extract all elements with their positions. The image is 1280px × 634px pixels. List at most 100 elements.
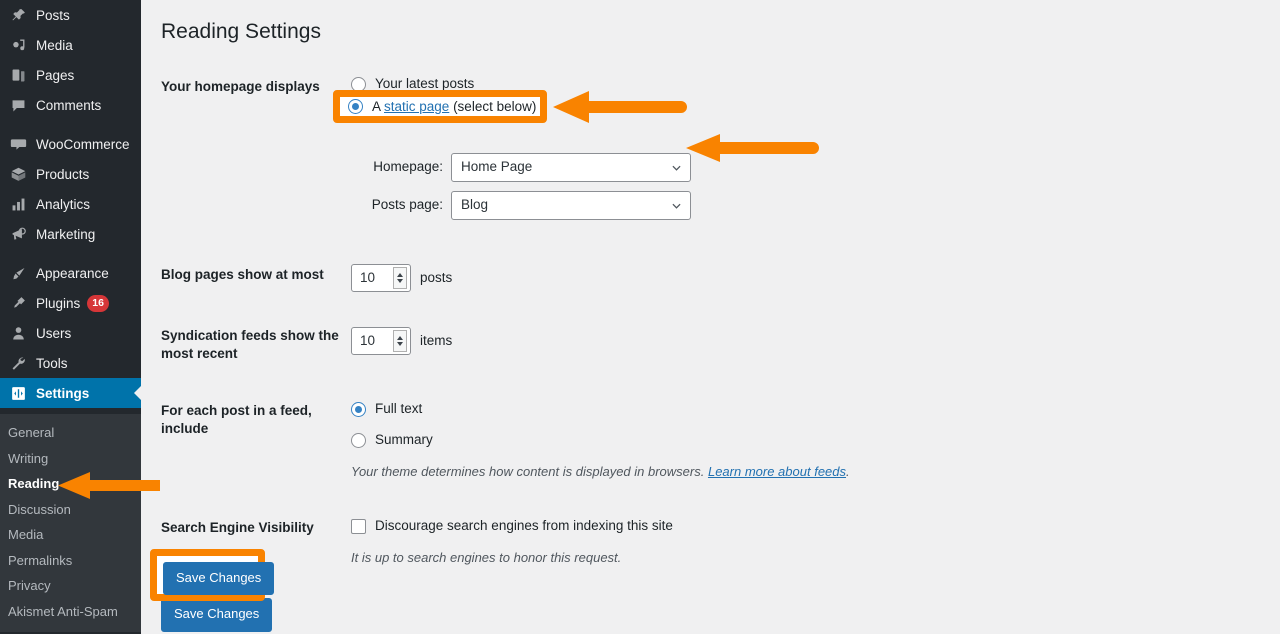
label-homepage-select: Homepage: — [373, 159, 443, 175]
stepper-up-icon[interactable] — [397, 336, 403, 341]
products-box-icon — [8, 164, 28, 184]
submenu-item-reading[interactable]: Reading — [0, 471, 141, 497]
sidebar-item-tools[interactable]: Tools — [0, 348, 141, 378]
radio-latest-posts[interactable] — [351, 77, 366, 93]
syndication-feeds-value: 10 — [360, 332, 376, 348]
tools-wrench-icon — [8, 353, 28, 373]
sidebar-item-media[interactable]: Media — [0, 30, 141, 60]
sidebar-item-settings[interactable]: Settings — [0, 378, 142, 408]
sidebar-item-analytics[interactable]: Analytics — [0, 189, 141, 219]
woocommerce-icon — [8, 134, 28, 154]
learn-more-about-feeds-link[interactable]: Learn more about feeds — [708, 464, 846, 479]
feed-help-suffix: . — [846, 464, 850, 480]
sidebar-item-label: Analytics — [36, 196, 91, 212]
reading-settings-form: Your homepage displays Your latest posts… — [161, 62, 860, 580]
submenu-item-writing[interactable]: Writing — [0, 446, 141, 472]
sidebar-item-woocommerce[interactable]: WooCommerce — [0, 129, 141, 159]
form-row-syndication-feeds: Syndication feeds show the most recent 1… — [161, 305, 860, 378]
submit-area: Save Changes — [161, 580, 1280, 632]
blog-pages-unit: posts — [420, 269, 453, 285]
radio-row-latest-posts[interactable]: Your latest posts — [351, 75, 850, 94]
radio-label-static-page-overlay: A static page (select below) — [372, 99, 536, 114]
posts-page-select-row: Posts page: Blog — [351, 191, 850, 221]
radio-label-full-text: Full text — [375, 401, 423, 417]
plugins-plug-icon — [8, 293, 28, 313]
blog-pages-value: 10 — [360, 269, 376, 285]
submenu-item-media[interactable]: Media — [0, 522, 141, 548]
sidebar-item-label: Comments — [36, 97, 102, 113]
plugins-update-badge: 16 — [87, 294, 109, 312]
submenu-item-general[interactable]: General — [0, 420, 141, 446]
blog-pages-stepper[interactable] — [393, 267, 407, 290]
sidebar-item-pages[interactable]: Pages — [0, 60, 141, 90]
pin-icon — [8, 5, 28, 25]
radio-row-summary[interactable]: Summary — [351, 431, 850, 450]
stepper-down-icon[interactable] — [397, 342, 403, 347]
blog-pages-input[interactable]: 10 — [351, 264, 411, 293]
homepage-displays-options: Your latest posts A static page (select … — [351, 62, 860, 242]
sidebar-item-plugins[interactable]: Plugins 16 — [0, 288, 141, 318]
discourage-search-engines-checkbox[interactable] — [351, 518, 366, 534]
static-page-link-overlay[interactable]: static page — [384, 99, 449, 114]
checkbox-label-discourage: Discourage search engines from indexing … — [375, 517, 673, 533]
analytics-bars-icon — [8, 194, 28, 214]
sidebar-item-label: Products — [36, 166, 90, 182]
stepper-down-icon[interactable] — [397, 279, 403, 284]
radio-full-text[interactable] — [351, 402, 366, 418]
sidebar-item-label: Media — [36, 37, 73, 53]
media-icon — [8, 35, 28, 55]
sidebar-separator — [0, 120, 141, 129]
sidebar-item-label: Posts — [36, 7, 70, 23]
checkbox-row-discourage[interactable]: Discourage search engines from indexing … — [351, 517, 850, 536]
radio-label-latest-posts: Your latest posts — [375, 76, 475, 92]
submenu-item-discussion[interactable]: Discussion — [0, 497, 141, 523]
feed-include-help: Your theme determines how content is dis… — [351, 462, 850, 482]
radio-summary[interactable] — [351, 433, 366, 449]
static-page-text-before-overlay: A — [372, 98, 385, 114]
users-icon — [8, 323, 28, 343]
save-changes-button-overlay[interactable]: Save Changes — [163, 562, 275, 596]
radio-static-page-overlay[interactable] — [348, 98, 363, 114]
comments-icon — [8, 95, 28, 115]
sidebar-item-products[interactable]: Products — [0, 159, 141, 189]
posts-page-select[interactable]: Blog — [451, 191, 691, 221]
label-homepage-displays: Your homepage displays — [161, 79, 320, 95]
search-engine-visibility-field: Discourage search engines from indexing … — [351, 495, 860, 581]
homepage-select[interactable]: Home Page — [451, 153, 691, 183]
marketing-megaphone-icon — [8, 224, 28, 244]
sidebar-item-label: Appearance — [36, 265, 109, 281]
sidebar-item-appearance[interactable]: Appearance — [0, 258, 141, 288]
sidebar-separator — [0, 249, 141, 258]
sidebar-item-posts[interactable]: Posts — [0, 0, 141, 30]
save-changes-button[interactable]: Save Changes — [161, 598, 273, 632]
label-feed-include: For each post in a feed, include — [161, 403, 312, 436]
wordpress-admin-screen: Posts Media Pages Comments WooCommerce P… — [0, 0, 1280, 634]
submenu-item-permalinks[interactable]: Permalinks — [0, 548, 141, 574]
search-engine-visibility-help: It is up to search engines to honor this… — [351, 549, 622, 565]
radio-label-summary: Summary — [375, 432, 433, 448]
static-page-option-overlay[interactable]: A static page (select below) — [348, 96, 536, 116]
stepper-up-icon[interactable] — [397, 273, 403, 278]
admin-sidebar: Posts Media Pages Comments WooCommerce P… — [0, 0, 142, 634]
form-row-homepage-displays: Your homepage displays Your latest posts… — [161, 62, 860, 242]
syndication-feeds-input[interactable]: 10 — [351, 327, 411, 356]
homepage-select-value: Home Page — [461, 159, 533, 175]
settings-icon — [8, 383, 28, 403]
form-row-blog-pages: Blog pages show at most 10 posts — [161, 242, 860, 305]
submenu-item-privacy[interactable]: Privacy — [0, 573, 141, 599]
syndication-feeds-stepper[interactable] — [393, 330, 407, 353]
feed-include-options: Full text Summary Your theme determines … — [351, 378, 860, 495]
static-page-text-after-overlay: (select below) — [449, 98, 537, 114]
radio-row-full-text[interactable]: Full text — [351, 400, 850, 419]
sidebar-item-label: Tools — [36, 355, 68, 371]
posts-page-select-value: Blog — [461, 197, 489, 213]
sidebar-item-marketing[interactable]: Marketing — [0, 219, 141, 249]
page-title: Reading Settings — [161, 20, 321, 43]
sidebar-item-label: Settings — [36, 385, 90, 401]
syndication-feeds-field: 10 items — [351, 305, 860, 378]
main-content: Reading Settings Your homepage displays … — [141, 0, 1280, 634]
sidebar-item-users[interactable]: Users — [0, 318, 141, 348]
settings-submenu: General Writing Reading Discussion Media… — [0, 414, 141, 632]
submenu-item-akismet-anti-spam[interactable]: Akismet Anti-Spam — [0, 599, 141, 625]
sidebar-item-comments[interactable]: Comments — [0, 90, 141, 120]
